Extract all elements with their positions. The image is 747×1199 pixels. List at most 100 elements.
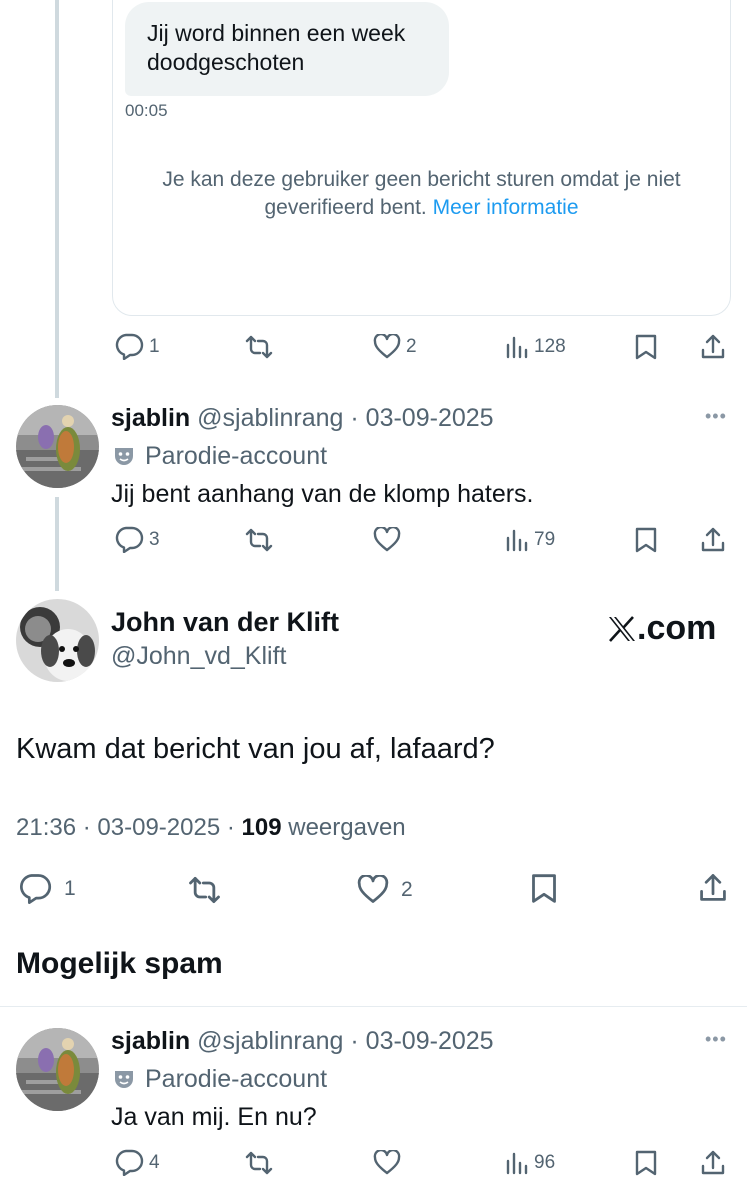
section-title: Mogelijk spam — [16, 947, 223, 980]
share-icon — [701, 334, 725, 359]
share-button[interactable] — [699, 526, 727, 554]
share-icon — [700, 874, 726, 901]
like-button[interactable]: 2 — [373, 334, 417, 359]
x-com-brand: .com — [607, 609, 716, 648]
bookmark-button[interactable] — [634, 1149, 658, 1177]
parody-label: Parodie-account — [113, 1064, 327, 1094]
author-handle[interactable]: @John_vd_Klift — [111, 642, 286, 671]
views-count: 128 — [534, 336, 566, 357]
parody-text: Parodie-account — [145, 442, 328, 470]
like-icon — [373, 1150, 401, 1175]
reply-text: Jij bent aanhang van de klomp haters. — [111, 480, 534, 508]
parody-label: Parodie-account — [113, 441, 327, 471]
share-button[interactable] — [699, 1149, 727, 1177]
views-button[interactable]: 79 — [505, 528, 555, 552]
divider — [0, 1006, 747, 1007]
verification-notice: Je kan deze gebruiker geen bericht sture… — [112, 166, 731, 222]
like-icon — [373, 527, 401, 552]
like-count: 2 — [401, 877, 413, 901]
retweet-icon — [245, 1151, 273, 1175]
reply-button[interactable]: 1 — [114, 333, 160, 360]
share-button[interactable] — [697, 872, 729, 904]
notice-text: Je kan deze gebruiker geen bericht sture… — [162, 168, 681, 219]
views-count: 109 — [241, 814, 282, 841]
thread-line-top — [55, 0, 59, 398]
like-button[interactable]: 2 — [357, 875, 413, 904]
retweet-button[interactable] — [244, 1151, 274, 1175]
views-icon — [506, 529, 528, 552]
more-icon[interactable]: ••• — [705, 1029, 727, 1050]
post-date[interactable]: 03-09-2025 — [366, 404, 494, 432]
reply-icon — [115, 1149, 144, 1176]
reply-count: 1 — [149, 335, 160, 357]
tweet-text: Kwam dat bericht van jou af, lafaard? — [16, 733, 495, 765]
share-icon — [701, 527, 725, 552]
share-button[interactable] — [699, 333, 727, 361]
bookmark-icon — [635, 527, 657, 553]
bookmark-icon — [635, 1150, 657, 1176]
bookmark-button[interactable] — [634, 526, 658, 554]
retweet-icon — [189, 876, 220, 904]
reply-count: 3 — [149, 528, 160, 550]
user-handle[interactable]: @sjablinrang — [197, 1027, 343, 1055]
views-count: 79 — [534, 529, 556, 550]
x-logo-icon — [609, 615, 635, 642]
retweet-icon — [245, 335, 273, 359]
reply-icon — [115, 526, 144, 553]
reply-2-header: sjablin @sjablinrang · 03-09-2025 — [111, 1026, 494, 1056]
reply-count: 4 — [149, 1151, 160, 1173]
tweet-time[interactable]: 21:36 — [16, 814, 76, 841]
more-icon[interactable]: ••• — [705, 406, 727, 427]
avatar[interactable] — [16, 405, 99, 488]
like-count: 2 — [406, 335, 417, 357]
retweet-button[interactable] — [244, 335, 274, 359]
reply-icon — [20, 874, 52, 904]
views-icon — [506, 336, 528, 359]
retweet-button[interactable] — [187, 876, 222, 904]
tweet-meta: 21:36 · 03-09-2025 · 109 weergaven — [16, 814, 406, 842]
separator: · — [226, 814, 235, 841]
parody-mask-icon — [115, 1071, 133, 1088]
views-button[interactable]: 128 — [505, 335, 566, 359]
bookmark-icon — [635, 334, 657, 360]
reply-button[interactable]: 3 — [114, 526, 160, 553]
separator: · — [350, 1027, 359, 1055]
message-bubble: Jij word binnen een week doodgeschoten — [125, 2, 449, 96]
user-name[interactable]: sjablin — [111, 404, 190, 432]
avatar[interactable] — [16, 599, 99, 682]
views-icon — [506, 1152, 528, 1175]
user-handle[interactable]: @sjablinrang — [197, 404, 343, 432]
message-time: 00:05 — [125, 101, 168, 120]
retweet-icon — [245, 528, 273, 552]
views-count: 96 — [534, 1152, 556, 1173]
reply-count: 1 — [64, 876, 76, 900]
separator: · — [82, 814, 91, 841]
parody-mask-icon — [115, 448, 133, 465]
parody-text: Parodie-account — [145, 1065, 328, 1093]
avatar[interactable] — [16, 1028, 99, 1111]
tweet-date[interactable]: 03-09-2025 — [97, 814, 220, 841]
reply-button[interactable]: 1 — [18, 873, 76, 904]
more-info-link[interactable]: Meer informatie — [433, 196, 579, 219]
share-icon — [701, 1150, 725, 1175]
reply-icon — [115, 333, 144, 360]
bookmark-button[interactable] — [530, 872, 558, 905]
separator: · — [350, 404, 359, 432]
views-button[interactable]: 96 — [505, 1151, 555, 1175]
post-date[interactable]: 03-09-2025 — [366, 1027, 494, 1055]
like-button[interactable] — [373, 527, 401, 552]
user-name[interactable]: sjablin — [111, 1027, 190, 1055]
reply-button[interactable]: 4 — [114, 1149, 160, 1176]
reply-text: Ja van mij. En nu? — [111, 1103, 317, 1131]
like-icon — [357, 875, 389, 903]
retweet-button[interactable] — [244, 528, 274, 552]
like-button[interactable] — [373, 1150, 401, 1175]
like-icon — [373, 334, 401, 359]
bookmark-button[interactable] — [634, 333, 658, 361]
thread-line-middle — [55, 497, 59, 591]
views-label: weergaven — [288, 814, 406, 841]
brand-text: .com — [637, 609, 717, 647]
bookmark-icon — [532, 874, 556, 903]
author-name[interactable]: John van der Klift — [111, 607, 339, 638]
reply-1-header: sjablin @sjablinrang · 03-09-2025 — [111, 403, 494, 433]
